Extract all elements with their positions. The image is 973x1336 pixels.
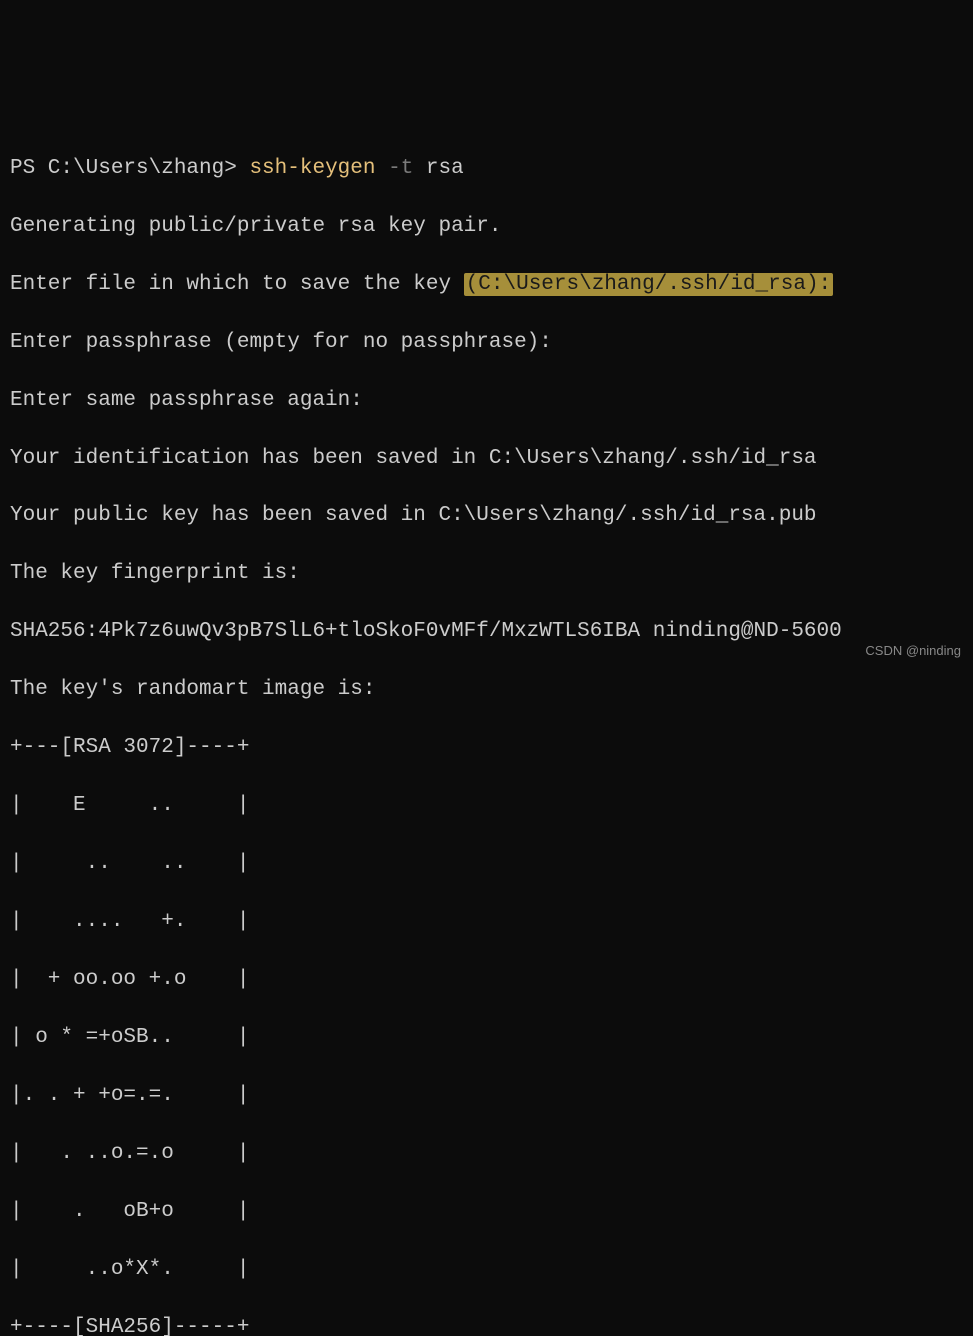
- command-arg: rsa: [413, 157, 463, 180]
- randomart-line: +---[RSA 3072]----+: [10, 734, 963, 763]
- randomart-line: | o * =+oSB.. |: [10, 1024, 963, 1053]
- command-flag: -t: [375, 157, 413, 180]
- command-name: ssh-keygen: [249, 157, 375, 180]
- prompt-path: PS C:\Users\zhang>: [10, 157, 249, 180]
- randomart-line: |. . + +o=.=. |: [10, 1082, 963, 1111]
- output-line: Enter passphrase (empty for no passphras…: [10, 329, 963, 358]
- output-line: The key's randomart image is:: [10, 676, 963, 705]
- output-line: The key fingerprint is:: [10, 560, 963, 589]
- randomart-line: | . oB+o |: [10, 1198, 963, 1227]
- randomart-line: | E .. |: [10, 792, 963, 821]
- randomart-line: +----[SHA256]-----+: [10, 1314, 963, 1336]
- output-line: Your identification has been saved in C:…: [10, 445, 963, 474]
- randomart-line: | ..o*X*. |: [10, 1256, 963, 1285]
- output-text: Enter file in which to save the key: [10, 273, 464, 296]
- output-line: SHA256:4Pk7z6uwQv3pB7SlL6+tloSkoF0vMFf/M…: [10, 618, 963, 647]
- output-line: Generating public/private rsa key pair.: [10, 213, 963, 242]
- highlighted-path: (C:\Users\zhang/.ssh/id_rsa):: [464, 273, 833, 296]
- output-line: Your public key has been saved in C:\Use…: [10, 502, 963, 531]
- terminal-output: PS C:\Users\zhang> ssh-keygen -t rsa Gen…: [10, 126, 963, 1336]
- randomart-line: | . ..o.=.o |: [10, 1140, 963, 1169]
- randomart-line: | + oo.oo +.o |: [10, 966, 963, 995]
- output-line: Enter file in which to save the key (C:\…: [10, 271, 963, 300]
- randomart-line: | .. .. |: [10, 850, 963, 879]
- randomart-line: | .... +. |: [10, 908, 963, 937]
- prompt-line-1: PS C:\Users\zhang> ssh-keygen -t rsa: [10, 155, 963, 184]
- output-line: Enter same passphrase again:: [10, 387, 963, 416]
- watermark-text: CSDN @ninding: [865, 642, 961, 660]
